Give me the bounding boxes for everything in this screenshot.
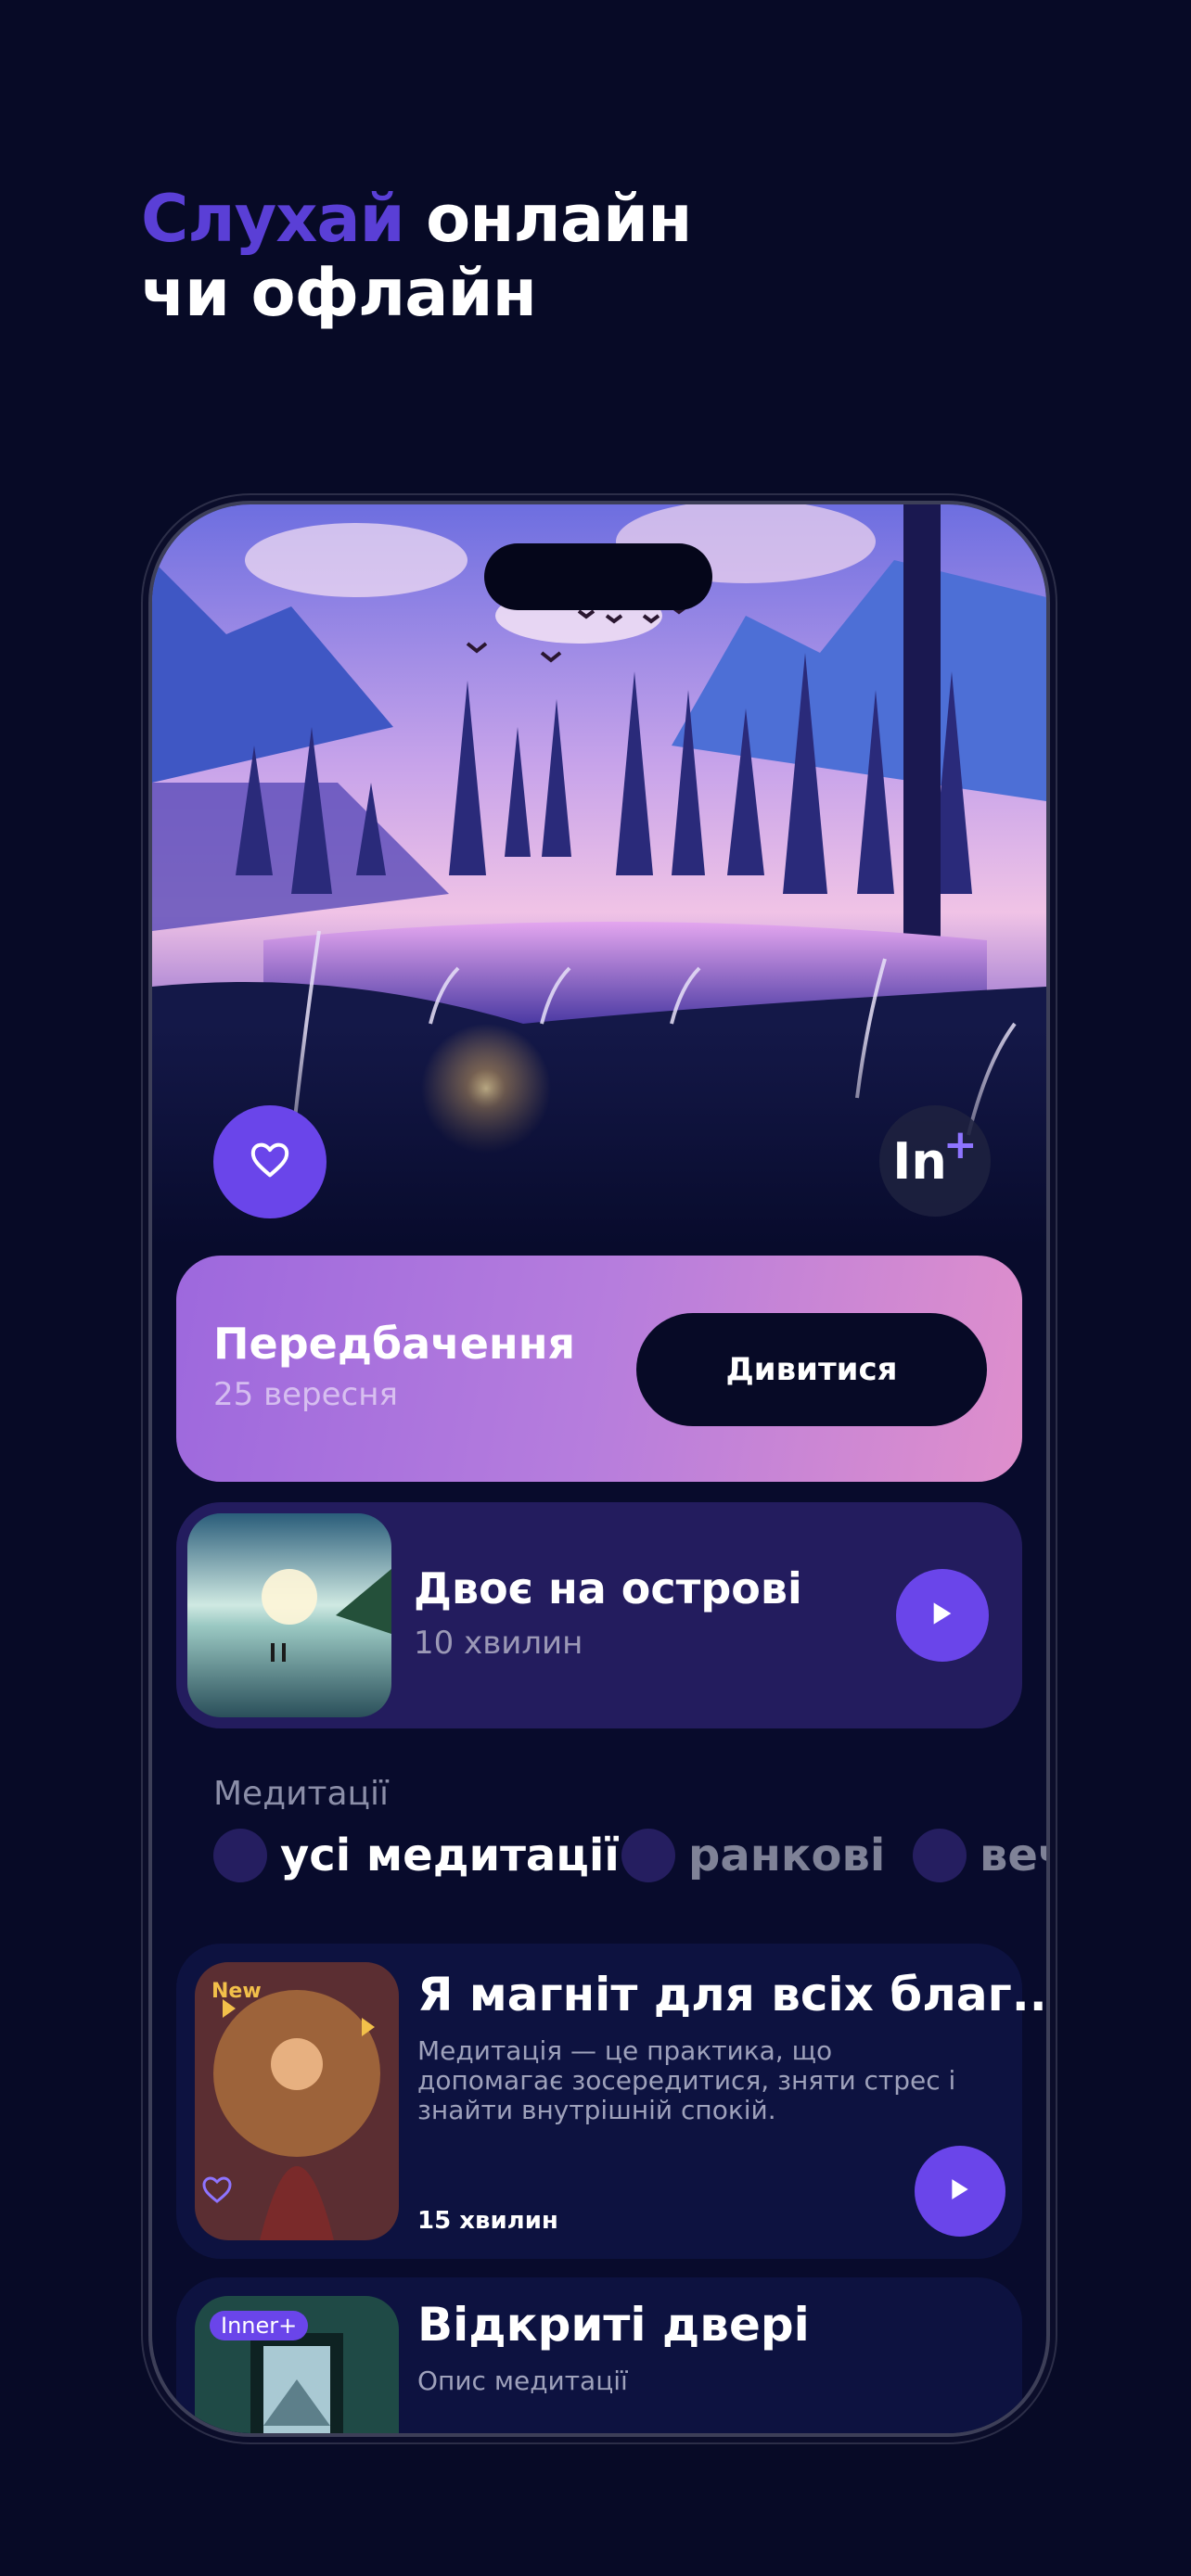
play-button[interactable] (915, 2146, 1005, 2237)
play-icon (949, 2177, 971, 2206)
meditation-description: Опис медитації (417, 2366, 628, 2396)
chip-dot (913, 1829, 967, 1882)
chip-label: усі медитації (280, 1830, 620, 1881)
favorite-button[interactable] (213, 1105, 327, 1218)
chip-all[interactable]: усі медитації (213, 1829, 620, 1882)
promo-title: Передбачення (213, 1319, 576, 1369)
chip-label: вечірні (980, 1830, 1046, 1881)
section-label: Медитації (213, 1775, 390, 1813)
headline: Слухай онлайн чи офлайн (141, 181, 692, 331)
chip-morning[interactable]: ранкові (621, 1829, 885, 1882)
brand-plus: + (942, 1120, 978, 1168)
now-playing-title: Двоє на острові (414, 1563, 802, 1613)
chip-evening[interactable]: вечірні (913, 1829, 1046, 1882)
phone-frame: In + Передбачення 25 вересня Дивитися Дв… (148, 501, 1050, 2437)
meditation-duration: 15 хвилин (417, 2207, 558, 2235)
meditation-description: Медитація — це практика, що допомагає зо… (417, 2035, 956, 2125)
meditation-card[interactable]: Inner+ Відкриті двері Опис медитації (176, 2277, 1022, 2433)
meditation-title: Я магніт для всіх благ... (417, 1968, 1050, 2021)
meditation-title: Відкриті двері (417, 2298, 810, 2352)
headline-accent: Слухай (141, 181, 405, 257)
brand-label: In (892, 1131, 947, 1191)
promo-card[interactable]: Передбачення 25 вересня Дивитися (176, 1256, 1022, 1482)
headline-line1: онлайн (403, 181, 692, 257)
now-playing-duration: 10 хвилин (414, 1625, 583, 1662)
meditation-thumbnail: Inner+ (195, 2296, 399, 2433)
chip-label: ранкові (688, 1830, 886, 1881)
inner-plus-badge: Inner+ (210, 2311, 309, 2340)
headline-line2: чи офлайн (141, 255, 537, 331)
promo-date: 25 вересня (213, 1376, 398, 1413)
brand-logo: In + (879, 1105, 991, 1217)
now-playing-thumbnail (187, 1513, 391, 1717)
chip-dot (213, 1829, 267, 1882)
play-button[interactable] (896, 1569, 989, 1662)
heart-icon (250, 1141, 290, 1183)
meditation-thumbnail: New (195, 1962, 399, 2240)
thumb-badge: New (211, 1980, 262, 2003)
now-playing-card[interactable]: Двоє на острові 10 хвилин (176, 1502, 1022, 1728)
watch-button[interactable]: Дивитися (636, 1313, 987, 1426)
play-icon (930, 1600, 954, 1631)
meditation-card[interactable]: New Я магніт для всіх благ... Медитація … (176, 1944, 1046, 2259)
dynamic-island (484, 543, 712, 610)
chip-dot (621, 1829, 675, 1882)
